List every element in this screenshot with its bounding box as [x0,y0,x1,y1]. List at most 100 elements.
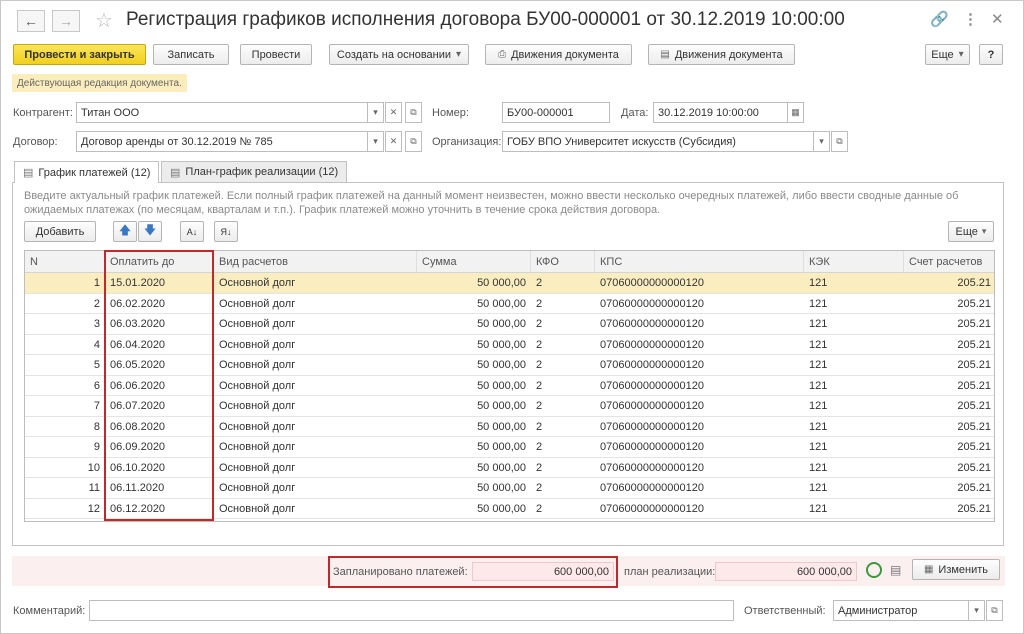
col-header-settlement-type[interactable]: Вид расчетов [214,251,417,273]
cell-kps[interactable]: 07060000000000120 [595,499,804,519]
cell-pay-until[interactable]: 06.10.2020 [105,458,214,478]
cell-amount[interactable]: 50 000,00 [417,335,531,355]
cell-account[interactable]: 205.21 [904,396,994,416]
cell-account[interactable]: 205.21 [904,314,994,334]
calendar-button[interactable]: ▦ [787,102,804,123]
table-row[interactable]: 2 06.02.2020 Основной долг 50 000,00 2 070600… [25,294,994,314]
cell-n[interactable]: 7 [25,396,105,416]
cell-n[interactable]: 8 [25,417,105,437]
open-button[interactable]: ⧉ [405,131,422,152]
cell-kps[interactable]: 07060000000000120 [595,294,804,314]
cell-settlement-type[interactable]: Основной долг [214,335,417,355]
cell-kek[interactable]: 121 [804,273,904,293]
cell-amount[interactable]: 50 000,00 [417,417,531,437]
cell-kps[interactable]: 07060000000000120 [595,396,804,416]
cell-amount[interactable]: 50 000,00 [417,294,531,314]
table-row[interactable]: 10 06.10.2020 Основной долг 50 000,00 2 07060… [25,458,994,478]
cell-pay-until[interactable]: 06.09.2020 [105,437,214,457]
number-field[interactable]: БУ00-000001 [502,102,610,123]
table-row[interactable]: 1 15.01.2020 Основной долг 50 000,00 2 070600… [25,273,994,294]
cell-n[interactable]: 4 [25,335,105,355]
post-and-close-button[interactable]: Провести и закрыть [13,44,146,65]
cell-pay-until[interactable]: 06.03.2020 [105,314,214,334]
forward-button[interactable]: → [52,10,80,32]
document-icon[interactable]: ▤ [890,563,901,577]
cell-account[interactable]: 205.21 [904,499,994,519]
document-movements-button[interactable]: ⎙ Движения документа [485,44,632,65]
cell-amount[interactable]: 50 000,00 [417,376,531,396]
contract-field[interactable]: Договор аренды от 30.12.2019 № 785 [76,131,368,152]
cell-account[interactable]: 205.21 [904,437,994,457]
add-button[interactable]: Добавить [24,221,96,242]
col-header-kek[interactable]: КЭК [804,251,904,273]
cell-n[interactable]: 6 [25,376,105,396]
cell-kek[interactable]: 121 [804,417,904,437]
change-button[interactable]: ▦ Изменить [912,559,1000,580]
post-button[interactable]: Провести [240,44,312,65]
cell-pay-until[interactable]: 06.11.2020 [105,478,214,498]
cell-amount[interactable]: 50 000,00 [417,273,531,293]
tab-realization-schedule[interactable]: ▤ План-график реализации (12) [161,161,348,182]
cell-amount[interactable]: 50 000,00 [417,499,531,519]
cell-kfo[interactable]: 2 [531,396,595,416]
cell-account[interactable]: 205.21 [904,294,994,314]
cell-settlement-type[interactable]: Основной долг [214,314,417,334]
cell-kps[interactable]: 07060000000000120 [595,355,804,375]
table-row[interactable]: 4 06.04.2020 Основной долг 50 000,00 2 070600… [25,335,994,355]
col-header-n[interactable]: N [25,251,105,273]
cell-kek[interactable]: 121 [804,437,904,457]
move-up-button[interactable]: 🡅 [113,221,137,242]
cell-kek[interactable]: 121 [804,376,904,396]
clear-button[interactable]: ✕ [385,131,402,152]
close-icon[interactable]: ✕ [991,10,1004,28]
cell-account[interactable]: 205.21 [904,458,994,478]
cell-account[interactable]: 205.21 [904,478,994,498]
table-row[interactable]: 11 06.11.2020 Основной долг 50 000,00 2 07060… [25,478,994,499]
counterparty-field[interactable]: Титан ООО [76,102,368,123]
cell-account[interactable]: 205.21 [904,355,994,375]
cell-kps[interactable]: 07060000000000120 [595,314,804,334]
cell-settlement-type[interactable]: Основной долг [214,499,417,519]
cell-n[interactable]: 10 [25,458,105,478]
dropdown-button[interactable]: ▾ [367,131,384,152]
col-header-kps[interactable]: КПС [595,251,804,273]
cell-n[interactable]: 12 [25,499,105,519]
cell-kek[interactable]: 121 [804,499,904,519]
cell-n[interactable]: 5 [25,355,105,375]
cell-kfo[interactable]: 2 [531,437,595,457]
cell-account[interactable]: 205.21 [904,417,994,437]
refresh-icon[interactable] [866,562,882,578]
cell-settlement-type[interactable]: Основной долг [214,273,417,293]
cell-account[interactable]: 205.21 [904,273,994,293]
organization-field[interactable]: ГОБУ ВПО Университет искусств (Субсидия) [502,131,814,152]
cell-kek[interactable]: 121 [804,314,904,334]
cell-kps[interactable]: 07060000000000120 [595,478,804,498]
link-icon[interactable]: 🔗 [930,10,949,28]
cell-kps[interactable]: 07060000000000120 [595,458,804,478]
create-based-on-dropdown[interactable]: Создать на основании ▾ [329,44,469,65]
move-down-button[interactable]: 🡇 [138,221,162,242]
col-header-amount[interactable]: Сумма [417,251,531,273]
dropdown-button[interactable]: ▾ [367,102,384,123]
cell-kps[interactable]: 07060000000000120 [595,437,804,457]
cell-settlement-type[interactable]: Основной долг [214,294,417,314]
cell-settlement-type[interactable]: Основной долг [214,458,417,478]
cell-kfo[interactable]: 2 [531,314,595,334]
table-more-button[interactable]: Еще ▾ [948,221,994,242]
cell-pay-until[interactable]: 15.01.2020 [105,273,214,293]
open-button[interactable]: ⧉ [405,102,422,123]
cell-kfo[interactable]: 2 [531,478,595,498]
cell-settlement-type[interactable]: Основной долг [214,437,417,457]
cell-pay-until[interactable]: 06.08.2020 [105,417,214,437]
cell-kek[interactable]: 121 [804,335,904,355]
dropdown-button[interactable]: ▾ [968,600,985,621]
cell-kps[interactable]: 07060000000000120 [595,417,804,437]
clear-button[interactable]: ✕ [385,102,402,123]
save-button[interactable]: Записать [153,44,229,65]
favorite-star-icon[interactable]: ☆ [95,8,113,33]
cell-account[interactable]: 205.21 [904,376,994,396]
payment-schedule-table[interactable]: N Оплатить до Вид расчетов Сумма КФО КПС… [24,250,995,522]
cell-kfo[interactable]: 2 [531,417,595,437]
document-movements-button-2[interactable]: ▤ Движения документа [648,44,795,65]
cell-settlement-type[interactable]: Основной долг [214,376,417,396]
